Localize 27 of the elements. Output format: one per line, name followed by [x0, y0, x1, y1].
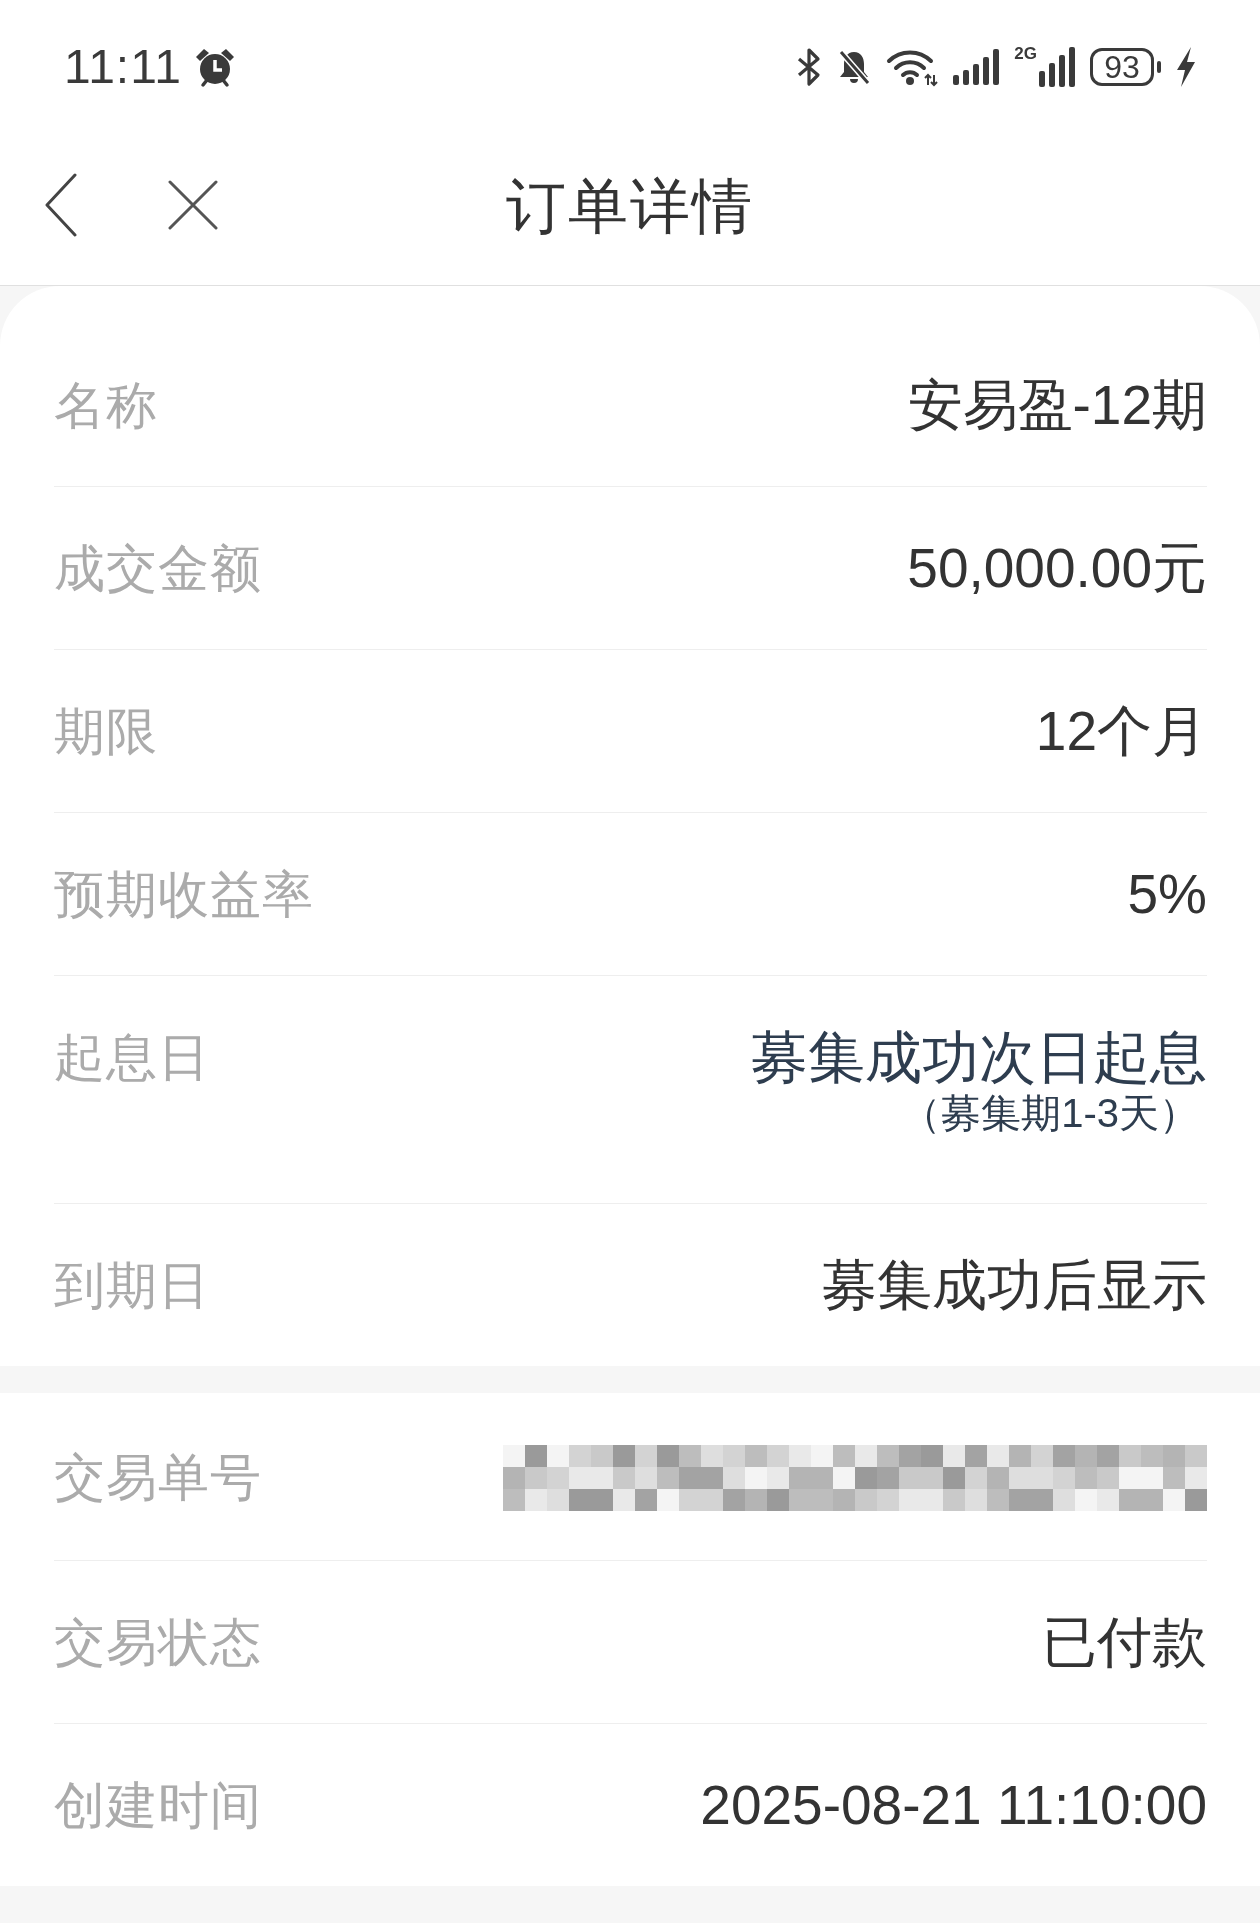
status-time: 11:11 [64, 42, 182, 91]
field-value: 募集成功次日起息 [751, 1026, 1207, 1089]
field-label: 交易状态 [54, 1613, 262, 1673]
field-value: 安易盈-12期 [907, 374, 1207, 437]
battery-indicator: 93 [1090, 47, 1161, 86]
field-label: 预期收益率 [54, 865, 314, 925]
close-icon [168, 180, 218, 230]
charging-bolt-icon [1176, 46, 1196, 87]
field-label: 创建时间 [54, 1776, 262, 1836]
page-title: 订单详情 [506, 172, 754, 242]
signal-bars-icon [1039, 46, 1075, 87]
field-value: 2025-08-21 11:10:00 [700, 1774, 1207, 1837]
field-label: 交易单号 [54, 1447, 262, 1508]
field-value: 50,000.00元 [907, 537, 1207, 600]
field-value: 募集成功后显示 [822, 1254, 1207, 1317]
field-label: 到期日 [54, 1256, 210, 1316]
chevron-left-icon [44, 173, 78, 237]
network-type-label: 2G [1014, 44, 1037, 62]
field-value: 12个月 [1035, 700, 1207, 763]
field-note: （募集期1-3天） [901, 1090, 1199, 1137]
field-label: 成交金额 [54, 539, 262, 599]
field-value: 5% [1127, 863, 1207, 926]
field-value: 已付款 [1042, 1611, 1207, 1674]
field-label: 期限 [54, 702, 158, 762]
signal-bars-icon [953, 48, 1000, 85]
field-label: 名称 [54, 376, 158, 436]
field-label: 起息日 [54, 1028, 210, 1088]
